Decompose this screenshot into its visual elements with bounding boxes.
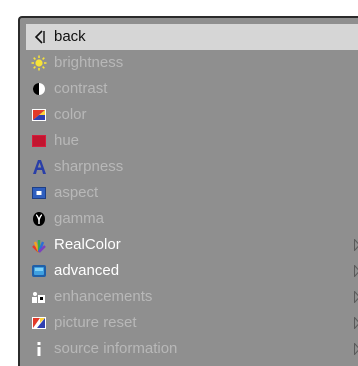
picture-menu-panel: back brightness contrast color hue sharp…: [18, 16, 358, 366]
picture-menu: back brightness contrast color hue sharp…: [26, 24, 358, 362]
color-square-icon: [31, 107, 47, 123]
menu-item-enhancements[interactable]: enhancements: [26, 284, 358, 310]
menu-item-back[interactable]: back: [26, 24, 358, 50]
menu-item-label: contrast: [54, 80, 108, 97]
menu-item-label: hue: [54, 132, 80, 149]
menu-item-label: RealColor: [54, 236, 121, 253]
info-i-icon: [31, 341, 47, 357]
menu-item-label: brightness: [54, 54, 124, 71]
submenu-arrow-icon: [354, 239, 358, 251]
submenu-arrow-icon: [354, 291, 358, 303]
menu-item-color[interactable]: color: [26, 102, 358, 128]
menu-item-sharpness[interactable]: sharpness: [26, 154, 358, 180]
letter-a-icon: [31, 159, 47, 175]
menu-item-label: advanced: [54, 262, 120, 279]
sun-icon: [31, 55, 47, 71]
menu-item-picture-reset[interactable]: picture reset: [26, 310, 358, 336]
menu-item-contrast[interactable]: contrast: [26, 76, 358, 102]
menu-item-hue[interactable]: hue: [26, 128, 358, 154]
menu-item-brightness[interactable]: brightness: [26, 50, 358, 76]
submenu-arrow-icon: [354, 317, 358, 329]
menu-item-aspect[interactable]: aspect: [26, 180, 358, 206]
realcolor-fan-icon: [31, 237, 47, 253]
submenu-arrow-icon: [354, 343, 358, 355]
gamma-icon: [31, 211, 47, 227]
menu-item-label: color: [54, 106, 87, 123]
menu-item-label: sharpness: [54, 158, 124, 175]
menu-item-label: gamma: [54, 210, 105, 227]
aspect-square-icon: [31, 185, 47, 201]
menu-item-advanced[interactable]: advanced: [26, 258, 358, 284]
menu-item-label: back: [54, 28, 86, 45]
picture-reset-icon: [31, 315, 47, 331]
enhancements-icon: [31, 289, 47, 305]
menu-item-gamma[interactable]: gamma: [26, 206, 358, 232]
menu-item-realcolor[interactable]: RealColor: [26, 232, 358, 258]
advanced-monitor-icon: [31, 263, 47, 279]
menu-item-source-information[interactable]: source information: [26, 336, 358, 362]
menu-item-label: source information: [54, 340, 178, 357]
menu-item-label: aspect: [54, 184, 99, 201]
submenu-arrow-icon: [354, 265, 358, 277]
menu-item-label: picture reset: [54, 314, 137, 331]
back-triangle-icon: [31, 29, 47, 45]
red-square-icon: [31, 133, 47, 149]
contrast-half-circle-icon: [31, 81, 47, 97]
menu-item-label: enhancements: [54, 288, 153, 305]
